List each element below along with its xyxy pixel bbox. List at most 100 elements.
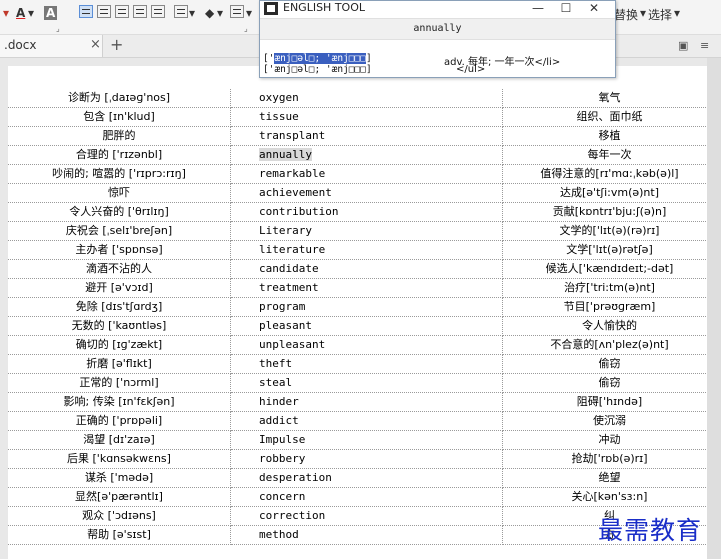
meaning-cell[interactable]: 候选人['kændɪdeɪt;-dət]: [502, 259, 716, 279]
english-cell[interactable]: method: [230, 525, 503, 545]
align-left-button[interactable]: [79, 5, 93, 18]
english-cell[interactable]: contribution: [230, 202, 503, 222]
chinese-cell[interactable]: 惊吓: [8, 183, 231, 203]
english-word[interactable]: transplant: [259, 129, 325, 142]
english-word[interactable]: Impulse: [259, 433, 305, 446]
english-word[interactable]: steal: [259, 376, 292, 389]
meaning-cell[interactable]: 不合意的[ʌn'plez(ə)nt]: [502, 335, 716, 355]
chinese-cell[interactable]: 确切的 [ɪɡ'zækt]: [8, 335, 231, 355]
meaning-cell[interactable]: 阻碍['hɪndə]: [502, 392, 716, 412]
english-word[interactable]: tissue: [259, 110, 299, 123]
english-cell[interactable]: hinder: [230, 392, 503, 412]
document-tab[interactable]: .docx ×: [0, 35, 103, 57]
borders-button[interactable]: [230, 5, 244, 18]
english-cell[interactable]: robbery: [230, 449, 503, 469]
meaning-cell[interactable]: 值得注意的[rɪ'mɑ:ˌkəb(ə)l]: [502, 164, 716, 184]
english-cell[interactable]: oxygen: [230, 89, 503, 108]
distributed-button[interactable]: [151, 5, 165, 18]
meaning-cell[interactable]: 每年一次: [502, 145, 716, 165]
align-center-button[interactable]: [97, 5, 111, 18]
chinese-cell[interactable]: 避开 [ə'vɔɪd]: [8, 278, 231, 298]
line-spacing-button[interactable]: [174, 5, 188, 18]
phonetic-line-2[interactable]: ['ænj□əl□; 'ænj□□□]: [263, 64, 372, 75]
english-word[interactable]: remarkable: [259, 167, 325, 180]
english-cell[interactable]: remarkable: [230, 164, 503, 184]
chinese-cell[interactable]: 令人兴奋的 ['θrɪlɪŋ]: [8, 202, 231, 222]
english-cell[interactable]: pleasant: [230, 316, 503, 336]
english-cell[interactable]: concern: [230, 487, 503, 507]
english-cell[interactable]: addict: [230, 411, 503, 431]
close-icon[interactable]: ✕: [579, 1, 609, 17]
chinese-cell[interactable]: 折磨 [ə'flɪkt]: [8, 354, 231, 374]
english-word[interactable]: oxygen: [259, 91, 299, 104]
meaning-cell[interactable]: 使沉溺: [502, 411, 716, 431]
font-group-launcher-icon[interactable]: ⌟: [56, 24, 60, 33]
font-color-menu-icon[interactable]: ▾: [3, 6, 9, 20]
chinese-cell[interactable]: 观众 ['ɔdɪəns]: [8, 506, 231, 526]
english-word[interactable]: correction: [259, 509, 325, 522]
english-word[interactable]: annually: [259, 148, 312, 161]
meaning-cell[interactable]: 文学['lɪt(ə)rətʃə]: [502, 240, 716, 260]
font-color-dropdown-icon[interactable]: ▾: [28, 6, 34, 20]
chinese-cell[interactable]: 免除 [dɪs'tʃɑrdʒ]: [8, 297, 231, 317]
english-cell[interactable]: unpleasant: [230, 335, 503, 355]
meaning-cell[interactable]: 文学的['lɪt(ə)(rə)rɪ]: [502, 221, 716, 241]
document-page[interactable]: 诊断为 [ˌdaɪəɡ'nos] oxygen 氧气包含 [ɪn'klud] tiss…: [8, 66, 716, 559]
chinese-cell[interactable]: 影响; 传染 [ɪn'fɛkʃən]: [8, 392, 231, 412]
english-word[interactable]: treatment: [259, 281, 319, 294]
tab-options-icon[interactable]: ▣: [678, 39, 688, 52]
english-word[interactable]: pleasant: [259, 319, 312, 332]
tab-list-icon[interactable]: ≡: [700, 39, 709, 52]
chinese-cell[interactable]: 庆祝会 [ˌselɪ'breʃən]: [8, 221, 231, 241]
meaning-cell[interactable]: 冲动: [502, 430, 716, 450]
align-right-button[interactable]: [115, 5, 129, 18]
chinese-cell[interactable]: 帮助 [ə'sɪst]: [8, 525, 231, 545]
english-cell[interactable]: achievement: [230, 183, 503, 203]
english-word[interactable]: candidate: [259, 262, 319, 275]
font-color-icon[interactable]: A: [16, 6, 25, 20]
borders-dropdown-icon[interactable]: ▾: [246, 6, 252, 20]
char-shading-icon[interactable]: A: [44, 6, 58, 20]
english-word[interactable]: concern: [259, 490, 305, 503]
english-word[interactable]: literature: [259, 243, 325, 256]
english-word[interactable]: contribution: [259, 205, 338, 218]
english-cell[interactable]: Literary: [230, 221, 503, 241]
chinese-cell[interactable]: 诊断为 [ˌdaɪəɡ'nos]: [8, 89, 231, 108]
meaning-cell[interactable]: 贡献[kɒntrɪ'bju:ʃ(ə)n]: [502, 202, 716, 222]
meaning-cell[interactable]: 节目['prəʊɡræm]: [502, 297, 716, 317]
meaning-cell[interactable]: 达成[ə'tʃi:vm(ə)nt]: [502, 183, 716, 203]
english-cell[interactable]: tissue: [230, 107, 503, 127]
english-word[interactable]: desperation: [259, 471, 332, 484]
english-word[interactable]: theft: [259, 357, 292, 370]
fill-dropdown-icon[interactable]: ▾: [217, 6, 223, 20]
english-word[interactable]: robbery: [259, 452, 305, 465]
chinese-cell[interactable]: 正常的 ['nɔrml]: [8, 373, 231, 393]
english-cell[interactable]: candidate: [230, 259, 503, 279]
chinese-cell[interactable]: 主办者 ['spɒnsə]: [8, 240, 231, 260]
new-tab-icon[interactable]: +: [110, 35, 123, 54]
meaning-cell[interactable]: 偷窃: [502, 373, 716, 393]
english-word[interactable]: unpleasant: [259, 338, 325, 351]
phonetic-line-1[interactable]: ['ænj□əl□; 'ænj□□□]: [263, 53, 372, 64]
meaning-cell[interactable]: 氧气: [502, 89, 716, 108]
chinese-cell[interactable]: 合理的 ['rɪzənbl]: [8, 145, 231, 165]
minimize-icon[interactable]: —: [523, 1, 553, 17]
english-word[interactable]: method: [259, 528, 299, 541]
chinese-cell[interactable]: 谋杀 ['mədə]: [8, 468, 231, 488]
meaning-cell[interactable]: 抢劫['rɒb(ə)rɪ]: [502, 449, 716, 469]
chinese-cell[interactable]: 包含 [ɪn'klud]: [8, 107, 231, 127]
maximize-icon[interactable]: ☐: [551, 1, 581, 17]
chinese-cell[interactable]: 渴望 [dɪ'zaɪə]: [8, 430, 231, 450]
chinese-cell[interactable]: 肥胖的: [8, 126, 231, 146]
justify-button[interactable]: [133, 5, 147, 18]
meaning-cell[interactable]: 组织、面巾纸: [502, 107, 716, 127]
close-tab-icon[interactable]: ×: [90, 37, 101, 52]
english-cell[interactable]: Impulse: [230, 430, 503, 450]
word-input-value[interactable]: annually: [260, 19, 615, 39]
english-word[interactable]: achievement: [259, 186, 332, 199]
chinese-cell[interactable]: 正确的 ['prɒpəli]: [8, 411, 231, 431]
meaning-cell[interactable]: 令人愉快的: [502, 316, 716, 336]
phonetic-selected[interactable]: ænj□əl□; 'ænj□□□: [274, 53, 366, 64]
english-cell[interactable]: theft: [230, 354, 503, 374]
fill-color-icon[interactable]: ◆: [205, 6, 214, 20]
